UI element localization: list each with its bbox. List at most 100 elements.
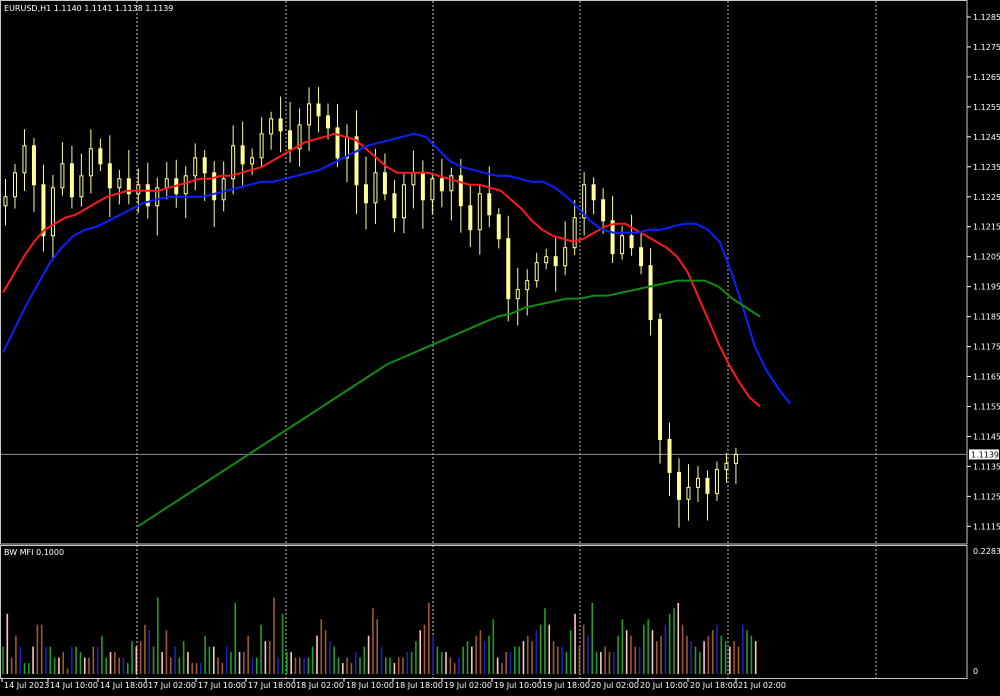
price-axis-label: 1.1165 xyxy=(973,373,1000,382)
main-panel-frame xyxy=(0,0,968,545)
candle-body xyxy=(231,145,236,180)
candle-body xyxy=(420,172,425,201)
price-axis-label: 1.1225 xyxy=(973,193,1000,202)
indicator-axis-label: 0.2283 xyxy=(973,547,1000,556)
candle-body xyxy=(164,178,169,189)
price-axis-label: 1.1255 xyxy=(973,103,1000,112)
candle-body xyxy=(724,462,729,470)
candle-body xyxy=(677,471,682,500)
candle-body xyxy=(534,262,539,282)
price-axis-label: 1.1285 xyxy=(973,13,1000,22)
candle-body xyxy=(572,217,577,249)
candle-body xyxy=(629,235,634,249)
candle-body xyxy=(288,130,293,150)
candle-body xyxy=(50,187,55,237)
candle-body xyxy=(193,157,198,177)
candle-body xyxy=(601,199,606,222)
candle-body xyxy=(411,172,416,186)
candle-body xyxy=(79,175,84,198)
candle-body xyxy=(620,235,625,255)
candle-body xyxy=(468,205,473,231)
candle-body xyxy=(41,184,46,237)
price-axis-label: 1.1245 xyxy=(973,133,1000,142)
price-axis-label: 1.1205 xyxy=(973,253,1000,262)
time-axis-label: 20 Jul 18:00 xyxy=(690,681,738,690)
candle-body xyxy=(22,145,27,174)
candle-body xyxy=(354,136,359,186)
candle-body xyxy=(392,193,397,219)
candle-body xyxy=(363,184,368,204)
price-axis-label: 1.1145 xyxy=(973,432,1000,441)
price-axis-label: 1.1185 xyxy=(973,313,1000,322)
candle-body xyxy=(240,145,245,165)
candle-body xyxy=(714,468,719,494)
time-axis-label: 18 Jul 02:00 xyxy=(296,681,344,690)
candle-body xyxy=(31,145,36,186)
candle-body xyxy=(477,193,482,231)
indicator-title: BW MFI 0.1000 xyxy=(4,548,65,557)
candle-body xyxy=(667,438,672,473)
indicator-axis-label: 0 xyxy=(973,667,978,676)
time-axis-label: 20 Jul 02:00 xyxy=(591,681,639,690)
moving-average-green-line xyxy=(137,279,761,528)
price-axis-label: 1.1115 xyxy=(973,522,1000,531)
candle-body xyxy=(269,118,274,135)
candle-body xyxy=(12,172,17,198)
candle-body xyxy=(382,172,387,195)
mt4-chart-window: 1.1285 1.1275 1.1265 1.1255 1.1245 1.1235 1.12… xyxy=(0,0,1000,692)
moving-average-blue-line xyxy=(2,132,791,405)
candle-body xyxy=(259,133,264,159)
time-axis-label: 17 Jul 10:00 xyxy=(198,681,246,690)
time-axis-label: 14 Jul 18:00 xyxy=(100,681,148,690)
time-axis-label: 21 Jul 02:00 xyxy=(738,681,786,690)
candle-body xyxy=(250,157,255,165)
candle-body xyxy=(221,178,226,201)
time-axis-label: 19 Jul 18:00 xyxy=(542,681,590,690)
price-axis-label: 1.1135 xyxy=(973,462,1000,471)
candle-body xyxy=(449,175,454,192)
moving-average-red-line xyxy=(2,132,761,408)
candle-body xyxy=(202,157,207,174)
price-axis-label: 1.1175 xyxy=(973,343,1000,352)
candle-body xyxy=(705,477,710,494)
candle-body xyxy=(307,103,312,126)
candle-body xyxy=(401,184,406,219)
candle-body xyxy=(88,148,93,177)
candle-body xyxy=(60,163,65,189)
candle-body xyxy=(107,163,112,189)
candle-body xyxy=(639,247,644,267)
candle-body xyxy=(316,103,321,117)
price-axis-label: 1.1195 xyxy=(973,283,1000,292)
main-chart-title: EURUSD,H1 1.1140 1.1141 1.1138 1.1139 xyxy=(4,4,174,13)
candle-body xyxy=(136,184,141,195)
time-axis-label: 18 Jul 18:00 xyxy=(395,681,443,690)
candle-body xyxy=(117,178,122,189)
candle-body xyxy=(553,256,558,267)
price-axis-label: 1.1125 xyxy=(973,492,1000,501)
time-axis-label: 20 Jul 10:00 xyxy=(640,681,688,690)
candle-body xyxy=(506,238,511,300)
candle-body xyxy=(733,453,738,464)
candle-body xyxy=(183,175,188,195)
price-axis-label: 1.1215 xyxy=(973,223,1000,232)
candle-body xyxy=(3,196,8,207)
chart-canvas[interactable]: 1.1285 1.1275 1.1265 1.1255 1.1245 1.1235 1.12… xyxy=(0,0,1000,692)
candle-body xyxy=(458,175,463,207)
price-axis-label: 1.1235 xyxy=(973,163,1000,172)
candle-body xyxy=(686,486,691,500)
candle-body xyxy=(326,115,331,129)
candle-body xyxy=(430,178,435,201)
time-axis-label: 14 Jul 2023 xyxy=(4,681,49,690)
price-axis-label: 1.1275 xyxy=(973,43,1000,52)
candle-body xyxy=(695,477,700,488)
candle-body xyxy=(648,265,653,321)
candle-body xyxy=(439,178,444,192)
time-axis-label: 17 Jul 18:00 xyxy=(248,681,296,690)
price-axis-label: 1.1265 xyxy=(973,73,1000,82)
price-axis-label: 1.1155 xyxy=(973,402,1000,411)
time-axis-label: 17 Jul 02:00 xyxy=(148,681,196,690)
candle-body xyxy=(278,118,283,132)
candle-body xyxy=(98,148,103,165)
time-axis-label: 19 Jul 02:00 xyxy=(444,681,492,690)
candle-body xyxy=(591,184,596,201)
